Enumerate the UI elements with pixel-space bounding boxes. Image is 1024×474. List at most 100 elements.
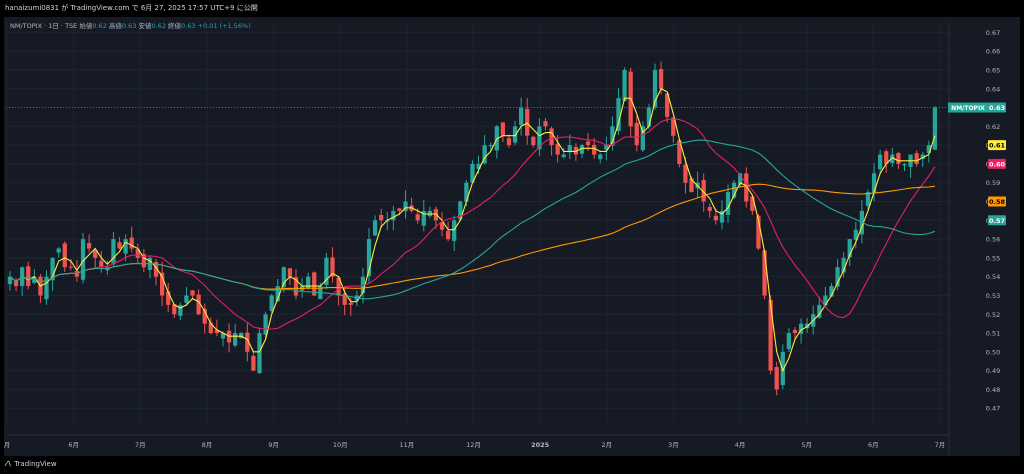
candle-body[interactable] xyxy=(543,121,548,127)
price-chart[interactable]: 0.67 0.66 0.65 0.64 0.63 0.62 0.61 0.60 0.59 0.58… xyxy=(4,17,1020,456)
candle-body[interactable] xyxy=(488,145,493,147)
candle-body[interactable] xyxy=(391,210,396,221)
moving-average-mid xyxy=(9,118,936,330)
moving-average-long xyxy=(9,183,935,290)
candle-body[interactable] xyxy=(592,144,597,155)
x-tick-label: 4月 xyxy=(735,441,746,449)
x-tick-label: 3月 xyxy=(668,441,679,449)
candle-body[interactable] xyxy=(415,214,420,221)
legend-open: 0.62 xyxy=(92,22,107,30)
candle-body[interactable] xyxy=(86,242,92,249)
candle-body[interactable] xyxy=(902,163,907,166)
legend-close: 0.63 xyxy=(181,22,196,30)
legend-symbol: NM/TOPIX · 1日 · TSE xyxy=(10,22,78,30)
x-tick-label: 11月 xyxy=(399,441,414,449)
candle-body[interactable] xyxy=(713,215,718,221)
candle-body[interactable] xyxy=(549,128,554,146)
candle-body[interactable] xyxy=(348,302,353,305)
candle-body[interactable] xyxy=(257,333,262,374)
publish-header: hanaizumi0831 が TradingView.com で 6月 27,… xyxy=(5,4,258,12)
candle-body[interactable] xyxy=(129,237,134,249)
candle-body[interactable] xyxy=(646,107,652,127)
legend-low: 0.62 xyxy=(151,22,166,30)
legend-close-label: 終値 xyxy=(168,22,182,30)
candle-body[interactable] xyxy=(561,154,566,158)
y-tick-label: 0.59 xyxy=(986,179,1000,187)
candle-body[interactable] xyxy=(68,266,73,268)
candle-body[interactable] xyxy=(190,290,195,296)
y-tick-label: 0.47 xyxy=(986,405,1000,413)
candle-body[interactable] xyxy=(506,138,512,146)
price-badge-value: 0.61 xyxy=(989,142,1006,150)
y-tick-label: 0.56 xyxy=(986,236,1000,244)
candle-body[interactable] xyxy=(178,304,183,316)
x-tick-label: 7月 xyxy=(935,441,946,449)
tradingview-logo-icon: ⁄∖ xyxy=(6,460,13,468)
y-tick-label: 0.51 xyxy=(986,330,1000,338)
y-tick-label: 0.55 xyxy=(986,254,1000,262)
candle-body[interactable] xyxy=(306,276,311,289)
legend-high-label: 高値 xyxy=(108,22,122,30)
candle-body[interactable] xyxy=(585,141,591,146)
candle-body[interactable] xyxy=(640,126,645,151)
candle-body[interactable] xyxy=(525,108,530,136)
candle-body[interactable] xyxy=(269,295,274,311)
candle-body[interactable] xyxy=(750,196,755,211)
y-tick-label: 0.52 xyxy=(986,311,1000,319)
candle-body[interactable] xyxy=(519,107,524,125)
candle-body[interactable] xyxy=(233,333,238,346)
candle-body[interactable] xyxy=(878,154,883,170)
symbol-legend[interactable]: NM/TOPIX · 1日 · TSE 始値0.62 高値0.63 安値0.62… xyxy=(10,20,251,30)
candle-body[interactable] xyxy=(598,154,603,160)
y-tick-label: 0.65 xyxy=(986,66,1000,74)
candle-body[interactable] xyxy=(896,153,901,164)
candle-body[interactable] xyxy=(634,122,639,146)
candle-body[interactable] xyxy=(768,299,773,371)
tradingview-logo-text: TradingView xyxy=(14,460,57,468)
chart-area[interactable]: 0.67 0.66 0.65 0.64 0.63 0.62 0.61 0.60 0.59 0.58… xyxy=(4,17,1020,456)
legend-high: 0.63 xyxy=(121,22,137,30)
candle-body[interactable] xyxy=(932,107,938,150)
x-tick-label: 2月 xyxy=(601,441,612,449)
candle-body[interactable] xyxy=(26,266,31,287)
candle-body[interactable] xyxy=(452,220,457,241)
candle-body[interactable] xyxy=(658,69,664,89)
legend-open-label: 始値 xyxy=(79,22,93,30)
tradingview-logo[interactable]: ⁄∖ TradingView xyxy=(6,460,57,468)
x-tick-label: 12月 xyxy=(466,441,481,449)
candle-body[interactable] xyxy=(707,206,712,211)
candle-body[interactable] xyxy=(774,367,779,390)
legend-low-label: 安値 xyxy=(138,22,152,30)
price-badge-value: 0.60 xyxy=(989,160,1006,168)
candle-body[interactable] xyxy=(786,333,792,350)
x-tick-label: 2025 xyxy=(531,441,550,449)
candle-body[interactable] xyxy=(184,295,189,303)
candle-body[interactable] xyxy=(871,173,877,194)
candle-body[interactable] xyxy=(56,248,61,253)
candle-body[interactable] xyxy=(287,268,293,277)
candle-body[interactable] xyxy=(445,230,451,240)
candle-body[interactable] xyxy=(117,242,122,249)
candle-body[interactable] xyxy=(555,143,560,155)
candle-body[interactable] xyxy=(379,214,384,221)
candle-body[interactable] xyxy=(397,208,402,211)
candle-body[interactable] xyxy=(531,136,536,146)
price-badge-label: NM/TOPIX xyxy=(951,105,985,112)
x-tick-label: 月 xyxy=(4,441,10,449)
price-badge-value: 0.58 xyxy=(989,198,1006,206)
candle-body[interactable] xyxy=(683,164,688,183)
candle-body[interactable] xyxy=(500,122,506,136)
y-tick-label: 0.66 xyxy=(986,48,1000,56)
candle-body[interactable] xyxy=(111,239,116,265)
candle-body[interactable] xyxy=(372,220,378,236)
y-tick-label: 0.64 xyxy=(986,85,1000,93)
candle-body[interactable] xyxy=(914,153,919,164)
candle-body[interactable] xyxy=(792,329,798,334)
candle-body[interactable] xyxy=(762,250,767,296)
price-badge-value: 0.57 xyxy=(989,217,1005,225)
candle-body[interactable] xyxy=(123,239,128,254)
candle-body[interactable] xyxy=(62,243,67,268)
candle-body[interactable] xyxy=(622,69,627,102)
candle-body[interactable] xyxy=(251,355,256,371)
candle-body[interactable] xyxy=(464,182,469,202)
